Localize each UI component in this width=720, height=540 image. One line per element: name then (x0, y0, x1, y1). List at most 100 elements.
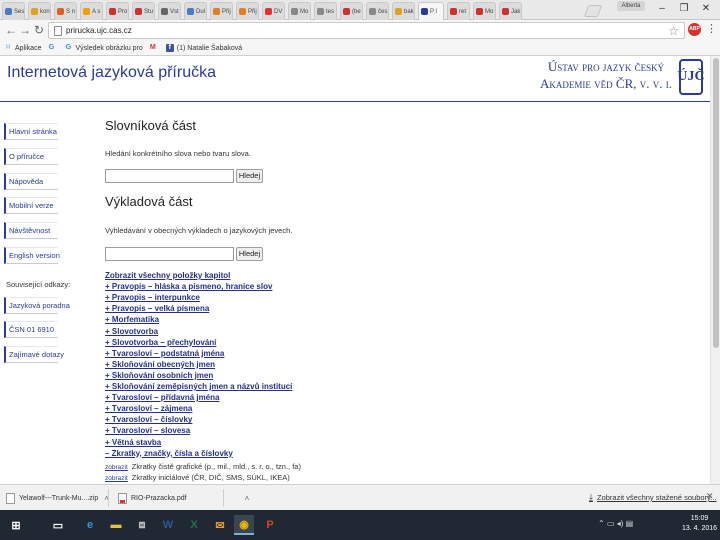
word-icon[interactable]: W (158, 515, 178, 535)
browser-tab[interactable]: tes (314, 2, 337, 20)
browser-tab[interactable]: Dul (184, 2, 207, 20)
nav-mobile[interactable]: Mobilní verze (4, 197, 58, 214)
browser-tab[interactable]: DV (262, 2, 285, 20)
browser-tab[interactable]: Přij (210, 2, 233, 20)
browser-tab[interactable]: Přij (236, 2, 259, 20)
forward-icon[interactable]: → (18, 23, 32, 37)
chapter-link[interactable]: + Slovotvorba – přechylování (105, 338, 216, 347)
bookmark-star-icon[interactable]: ☆ (668, 24, 679, 38)
new-tab-button[interactable] (583, 5, 603, 17)
maximize-icon[interactable]: ❐ (674, 2, 694, 16)
download-item[interactable]: RIO-Prazacka.pdf ˄ (118, 490, 249, 506)
show-link[interactable]: zobrazit (105, 464, 128, 471)
adblock-icon[interactable]: ABP (688, 23, 701, 36)
chapter-link[interactable]: + Tvarosloví – podstatná jména (105, 349, 224, 358)
abbreviation-text: Zkratky iniciálové (ČR, DIČ, SMS, SÚKL, … (131, 473, 290, 482)
institute-name[interactable]: Ústav pro jazyk český Akademie věd ČR, v… (540, 58, 672, 92)
browser-tab[interactable]: Vst (158, 2, 181, 20)
tab-label: Přij (222, 8, 231, 15)
nav-help[interactable]: Nápověda (4, 173, 58, 190)
browser-tab[interactable]: Pro (106, 2, 129, 20)
windows-start-icon[interactable]: ⊞ (6, 515, 26, 535)
browser-tab[interactable]: Ses (2, 2, 25, 20)
chapter-link[interactable]: + Tvarosloví – přídavná jména (105, 393, 220, 402)
chapter-link[interactable]: + Skloňování osobních jmen (105, 371, 213, 380)
system-tray[interactable]: ⌃ ▭ ◂) ▤ (598, 519, 633, 528)
page-scrollbar[interactable] (710, 56, 720, 484)
browser-tab[interactable]: kon (28, 2, 51, 20)
file-explorer-icon[interactable]: ▬ (106, 515, 126, 535)
chapter-link[interactable]: + Pravopis – interpunkce (105, 293, 200, 302)
chapter-link[interactable]: + Větná stavba (105, 438, 161, 447)
browser-tab[interactable]: Mo (473, 2, 496, 20)
nav-home[interactable]: Hlavní stránka (4, 123, 58, 140)
close-icon[interactable]: ✕ (696, 2, 716, 16)
browser-tab[interactable]: čes (366, 2, 389, 20)
chapter-link[interactable]: + Pravopis – velká písmena (105, 304, 209, 313)
clock[interactable]: 15:09 13. 4. 2016 (682, 514, 717, 534)
tab-label: Ses (14, 8, 25, 15)
explanatory-description: Vyhledávání v obecných výkladech o jazyk… (105, 226, 293, 235)
show-all-chapters-link[interactable]: Zobrazit všechny položky kapitol (105, 271, 230, 280)
browser-tab[interactable]: Mo (288, 2, 311, 20)
page-info-icon[interactable] (54, 26, 62, 36)
bookmark-google[interactable]: G (47, 44, 58, 52)
bookmark-gmail[interactable]: M (149, 44, 160, 52)
related-language-advice[interactable]: Jazyková poradna (4, 297, 70, 314)
nav-english[interactable]: English version (4, 247, 60, 264)
bookmark-label: Aplikace (15, 44, 42, 52)
store-icon[interactable]: ⧈ (132, 515, 152, 535)
chevron-up-icon[interactable]: ˄ (245, 494, 250, 503)
browser-tab[interactable]: Jak (499, 2, 522, 20)
browser-tab[interactable]: Stu (132, 2, 155, 20)
download-item[interactable]: Yelawolf---Trunk-Mu....zip ˄ (6, 490, 109, 506)
bookmark-apps[interactable]: ⁙ Aplikace (4, 44, 41, 52)
chapter-link[interactable]: + Skloňování zeměpisných jmen a názvů in… (105, 382, 292, 391)
chapter-link[interactable]: + Slovotvorba (105, 327, 158, 336)
minimize-icon[interactable]: – (652, 2, 672, 16)
edge-icon[interactable]: e (80, 515, 100, 535)
chapter-link[interactable]: + Tvarosloví – zájmena (105, 404, 192, 413)
explanatory-search-button[interactable]: Hledej (236, 247, 263, 261)
chapter-link[interactable]: – Zkratky, značky, čísla a číslovky (105, 449, 233, 458)
dictionary-search-input[interactable] (105, 169, 234, 183)
chrome-icon[interactable]: ◉ (234, 515, 254, 535)
related-questions[interactable]: Zajímavé dotazy (4, 346, 64, 363)
tab-favicon-icon (317, 8, 324, 15)
browser-tab[interactable]: (be (340, 2, 363, 20)
address-bar[interactable]: prirucka.ujc.cas.cz ☆ (48, 22, 685, 39)
chapter-link[interactable]: + Skloňování obecných jmen (105, 360, 215, 369)
show-link[interactable]: zobrazit (105, 475, 128, 482)
back-icon[interactable]: ← (4, 23, 18, 37)
nav-statistics[interactable]: Návštěvnost (4, 222, 58, 239)
chapter-link[interactable]: + Tvarosloví – slovesa (105, 426, 190, 435)
dictionary-search-button[interactable]: Hledej (236, 169, 263, 183)
browser-tab-active[interactable]: P l (418, 2, 444, 20)
scrollbar-thumb[interactable] (713, 58, 719, 348)
outlook-icon[interactable]: ✉ (210, 515, 230, 535)
task-view-icon[interactable]: ▭ (48, 515, 68, 535)
explanatory-search-input[interactable] (105, 247, 234, 261)
close-downloads-icon[interactable]: ✕ (706, 491, 714, 502)
chrome-menu-icon[interactable]: ⋮ (706, 22, 717, 36)
bookmark-image-search[interactable]: G Výsledek obrázku pro (64, 44, 143, 52)
nav-about[interactable]: O příručce (4, 148, 58, 165)
chapter-link[interactable]: + Morfematika (105, 315, 159, 324)
related-csn[interactable]: ČSN 01 6910 (4, 321, 58, 338)
powerpoint-icon[interactable]: P (260, 515, 280, 535)
browser-tab[interactable]: S n (54, 2, 77, 20)
institute-logo[interactable]: ÚJČ (677, 59, 705, 95)
chapter-link[interactable]: + Tvarosloví – číslovky (105, 415, 192, 424)
address-url[interactable]: prirucka.ujc.cas.cz (66, 26, 132, 35)
browser-tab[interactable]: bak (392, 2, 415, 20)
excel-icon[interactable]: X (184, 515, 204, 535)
profile-button[interactable]: Alberta (617, 1, 645, 11)
browser-tab[interactable]: ret (447, 2, 470, 20)
bookmark-facebook[interactable]: f (1) Natalie Šabaková (165, 44, 242, 52)
reload-icon[interactable]: ↻ (32, 23, 46, 37)
chapter-link[interactable]: + Pravopis – hláska a písmeno, hranice s… (105, 282, 272, 291)
browser-tab[interactable]: A s (80, 2, 103, 20)
show-all-downloads-link[interactable]: ⤓ Zobrazit všechny stažené soubory... (589, 492, 717, 503)
explanatory-heading: Výkladová část (105, 194, 193, 209)
site-title[interactable]: Internetová jazyková příručka (7, 64, 216, 82)
